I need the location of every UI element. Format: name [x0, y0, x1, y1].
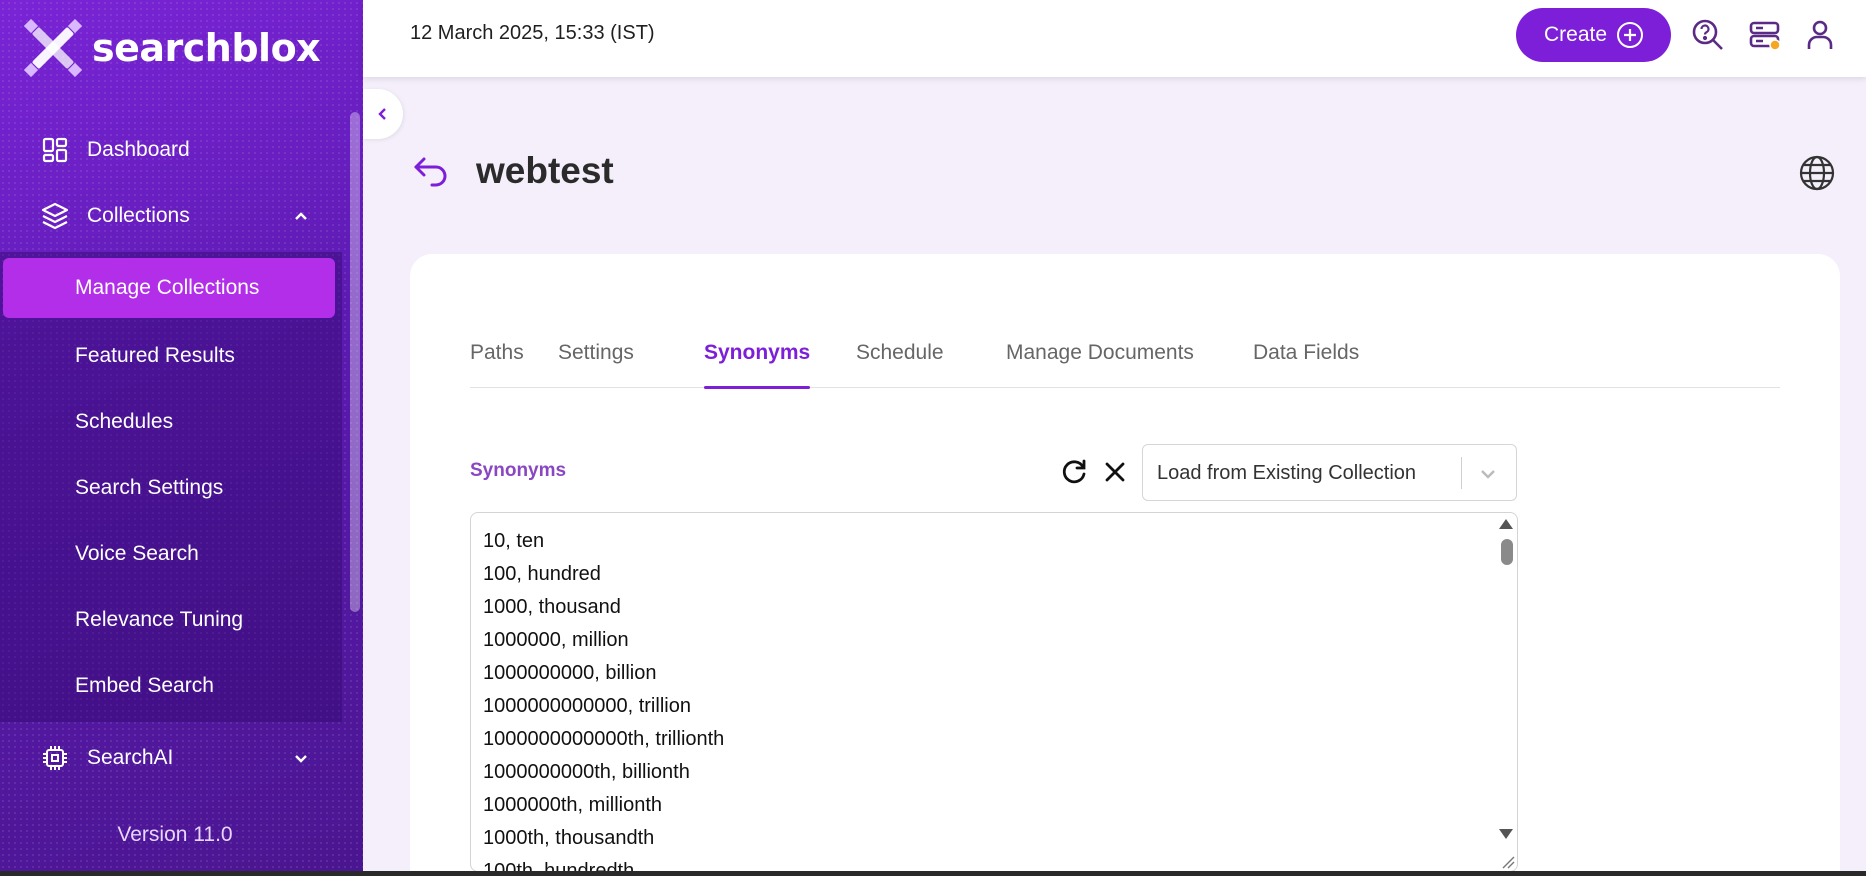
- collection-tabs: Paths Settings Synonyms Schedule Manage …: [470, 332, 1780, 389]
- synonym-line: 10, ten: [483, 530, 545, 552]
- sidebar-item-search-settings[interactable]: Search Settings: [0, 458, 342, 518]
- top-header: 12 March 2025, 15:33 (IST) Create: [363, 0, 1866, 77]
- logo-mark-icon: [23, 18, 83, 78]
- sidebar-item-schedules[interactable]: Schedules: [0, 392, 342, 452]
- synonym-line: 1000th, thousandth: [483, 827, 655, 849]
- select-separator: [1461, 457, 1462, 489]
- synonym-line: 1000000, million: [483, 629, 629, 651]
- sidebar-item-label: Manage Collections: [75, 276, 260, 299]
- sidebar-item-label: Voice Search: [75, 542, 199, 565]
- dashboard-icon: [40, 135, 70, 165]
- sidebar-item-manage-collections[interactable]: Manage Collections: [3, 258, 335, 318]
- synonym-line: 1000, thousand: [483, 596, 621, 618]
- sidebar-item-collections[interactable]: Collections: [0, 186, 345, 246]
- server-status-icon[interactable]: [1748, 18, 1782, 52]
- collection-card: Paths Settings Synonyms Schedule Manage …: [410, 254, 1840, 876]
- sidebar-item-searchai[interactable]: SearchAI: [0, 728, 345, 788]
- layers-icon: [40, 201, 70, 231]
- logo[interactable]: searchblox: [23, 18, 321, 78]
- sidebar-item-label: Relevance Tuning: [75, 608, 244, 631]
- sidebar-item-embed-search[interactable]: Embed Search: [0, 656, 342, 716]
- brand-name: searchblox: [92, 26, 321, 70]
- synonym-line: 1000000th, millionth: [483, 794, 663, 816]
- collapse-sidebar-button[interactable]: [363, 89, 403, 139]
- synonyms-lines: 10, ten 100, hundred 1000, thousand 1000000…: [483, 525, 725, 872]
- help-search-icon[interactable]: [1691, 18, 1725, 52]
- refresh-icon[interactable]: [1059, 457, 1089, 487]
- sidebar-item-featured-results[interactable]: Featured Results: [0, 326, 342, 386]
- window-bottom-edge: [0, 871, 1866, 876]
- synonym-line: 1000000000000, trillion: [483, 695, 691, 717]
- tab-synonyms[interactable]: Synonyms: [704, 332, 811, 389]
- tab-manage-documents[interactable]: Manage Documents: [1006, 332, 1194, 388]
- synonym-line: 100th, hundredth: [483, 860, 635, 872]
- chevron-up-icon[interactable]: [290, 205, 312, 227]
- tab-schedule[interactable]: Schedule: [856, 332, 944, 388]
- sidebar-item-label: Featured Results: [75, 344, 235, 367]
- synonyms-textarea[interactable]: 10, ten 100, hundred 1000, thousand 1000000…: [470, 512, 1518, 872]
- sidebar-scrollbar[interactable]: [350, 112, 360, 612]
- load-collection-select[interactable]: Load from Existing Collection: [1142, 444, 1517, 501]
- sidebar-item-voice-search[interactable]: Voice Search: [0, 524, 342, 584]
- synonym-line: 100, hundred: [483, 563, 601, 585]
- close-icon[interactable]: [1102, 459, 1128, 485]
- create-button[interactable]: Create: [1516, 8, 1671, 62]
- sidebar: searchblox Dashboard Collections Manage …: [0, 0, 363, 876]
- tab-settings[interactable]: Settings: [558, 332, 634, 388]
- textarea-scrollbar[interactable]: [1497, 513, 1517, 871]
- synonym-line: 1000000000000th, trillionth: [483, 728, 725, 750]
- version-label: Version 11.0: [117, 823, 233, 846]
- globe-icon[interactable]: [1799, 155, 1835, 191]
- chip-icon: [40, 743, 70, 773]
- resize-grip-icon[interactable]: [1499, 853, 1515, 869]
- synonym-line: 1000000000, billion: [483, 662, 657, 684]
- tab-data-fields[interactable]: Data Fields: [1253, 332, 1359, 388]
- chevron-left-icon: [378, 108, 386, 120]
- sidebar-item-label: Collections: [87, 204, 190, 227]
- scroll-thumb[interactable]: [1501, 539, 1513, 565]
- sidebar-item-label: Embed Search: [75, 674, 214, 697]
- create-label: Create: [1543, 23, 1608, 46]
- plus-circle-icon: [1617, 22, 1644, 48]
- sidebar-item-dashboard[interactable]: Dashboard: [0, 120, 345, 180]
- back-arrow-icon[interactable]: [412, 155, 450, 189]
- sidebar-item-relevance-tuning[interactable]: Relevance Tuning: [0, 590, 342, 650]
- chevron-down-icon[interactable]: [290, 747, 312, 769]
- tab-paths[interactable]: Paths: [470, 332, 524, 388]
- scroll-up-icon[interactable]: [1499, 519, 1513, 529]
- sidebar-item-label: Dashboard: [87, 138, 190, 161]
- scroll-down-icon[interactable]: [1499, 829, 1513, 839]
- synonyms-label: Synonyms: [470, 460, 567, 481]
- chevron-down-icon: [1477, 463, 1499, 485]
- page-title: webtest: [476, 150, 614, 191]
- current-datetime: 12 March 2025, 15:33 (IST): [410, 22, 655, 44]
- select-value: Load from Existing Collection: [1157, 462, 1417, 484]
- user-icon[interactable]: [1803, 18, 1837, 52]
- sidebar-item-label: Search Settings: [75, 476, 224, 499]
- sidebar-item-label: SearchAI: [87, 746, 174, 769]
- synonym-line: 1000000000th, billionth: [483, 761, 690, 783]
- collections-subnav: Manage Collections Featured Results Sche…: [0, 252, 342, 722]
- sidebar-item-label: Schedules: [75, 410, 174, 433]
